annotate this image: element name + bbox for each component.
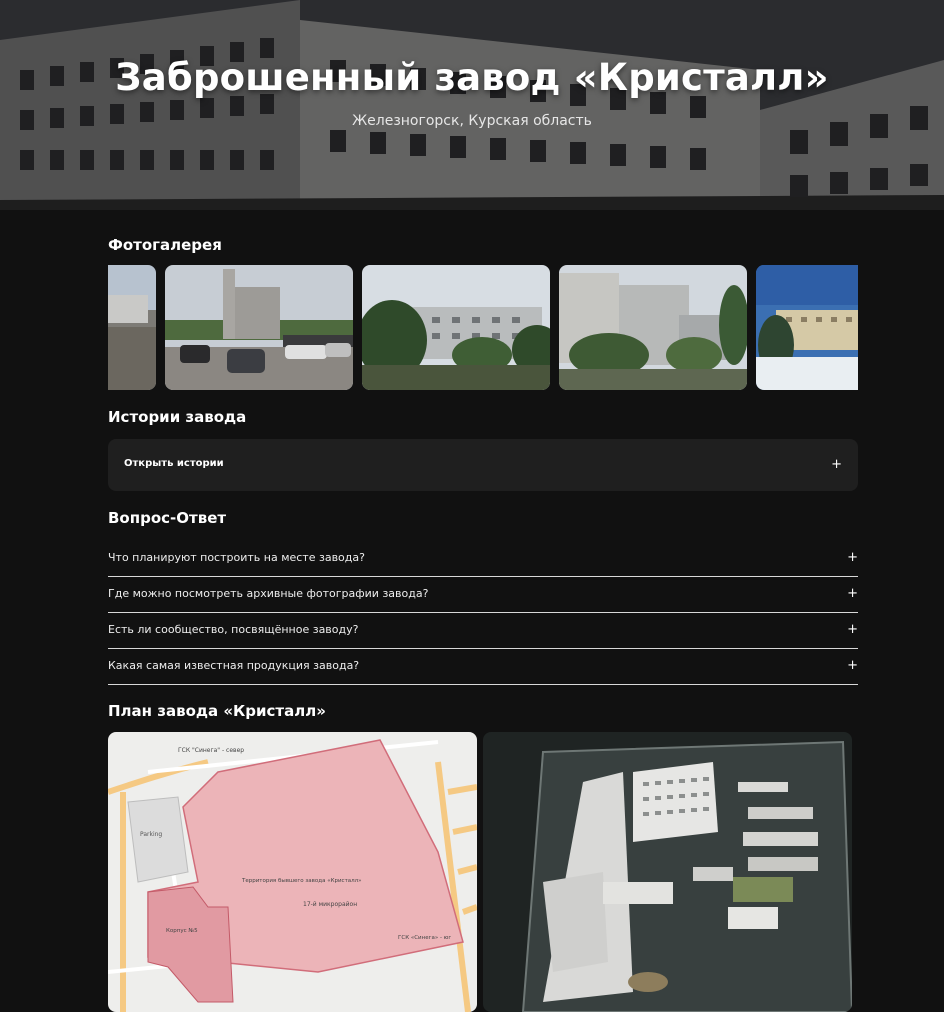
stories-title: Истории завода	[108, 408, 247, 426]
hero-banner: Заброшенный завод «Кристалл» Железногорс…	[0, 0, 944, 210]
gallery-photo-1[interactable]	[108, 265, 156, 390]
map-label-district: 17-й микрорайон	[303, 901, 357, 908]
map-label-territory: Территория бывшего завода «Кристалл»	[241, 878, 362, 884]
stories-open-label: Открыть истории	[124, 458, 224, 469]
map-label-north: ГСК "Синега" - север	[178, 747, 244, 754]
plan-title: План завода «Кристалл»	[108, 702, 326, 720]
hero-overlay	[0, 0, 944, 210]
model-image	[483, 732, 852, 1012]
faq-item[interactable]: Есть ли сообщество, посвящённое заводу? …	[108, 612, 858, 649]
gallery-title: Фотогалерея	[108, 236, 222, 254]
plus-icon[interactable]: +	[847, 550, 858, 565]
faq-question: Что планируют построить на месте завода?	[108, 551, 365, 564]
faq-item[interactable]: Что планируют построить на месте завода?…	[108, 540, 858, 577]
stories-accordion[interactable]: Открыть истории +	[108, 439, 858, 491]
faq-question: Есть ли сообщество, посвящённое заводу?	[108, 623, 359, 636]
faq-item[interactable]: Где можно посмотреть архивные фотографии…	[108, 576, 858, 613]
map-label-south: ГСК «Синега» - юг	[398, 935, 451, 941]
factory-model-photo[interactable]	[483, 732, 852, 1012]
page-title: Заброшенный завод «Кристалл»	[115, 56, 829, 99]
photo-gallery[interactable]	[108, 265, 858, 390]
faq-title: Вопрос-Ответ	[108, 509, 227, 527]
factory-map[interactable]: Parking ГСК "Синега" - север Территория …	[108, 732, 477, 1012]
faq-item[interactable]: Какая самая известная продукция завода? …	[108, 648, 858, 685]
faq-question: Какая самая известная продукция завода?	[108, 659, 360, 672]
plus-icon[interactable]: +	[847, 658, 858, 673]
plus-icon[interactable]: +	[831, 457, 842, 472]
map-label-building: Корпус №5	[166, 928, 198, 934]
map-image: Parking ГСК "Синега" - север Территория …	[108, 732, 477, 1012]
plus-icon[interactable]: +	[847, 586, 858, 601]
gallery-photo-5[interactable]	[756, 265, 858, 390]
faq-question: Где можно посмотреть архивные фотографии…	[108, 587, 429, 600]
map-label-parking: Parking	[140, 831, 162, 838]
page-subtitle: Железногорск, Курская область	[352, 113, 592, 129]
gallery-photo-3[interactable]	[362, 265, 550, 390]
gallery-photo-2[interactable]	[165, 265, 353, 390]
gallery-photo-4[interactable]	[559, 265, 747, 390]
plus-icon[interactable]: +	[847, 622, 858, 637]
